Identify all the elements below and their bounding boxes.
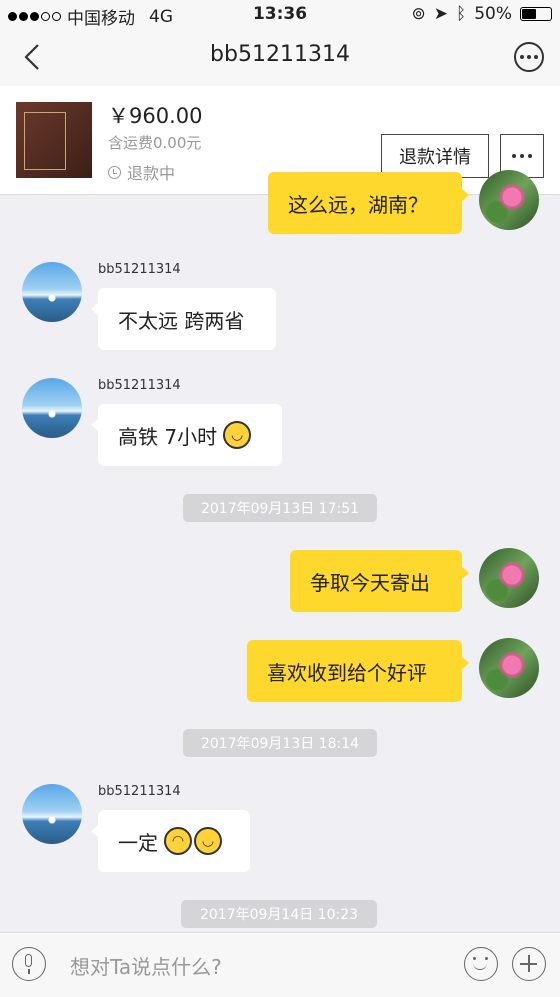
timestamp-label: 2017年09月13日 17:51 xyxy=(183,494,377,522)
contact-avatar[interactable] xyxy=(22,262,82,322)
refund-status: 退款中 xyxy=(108,160,175,184)
hugging-emoji-icon: ◠ xyxy=(164,827,192,855)
message-text: 这么远，湖南？ xyxy=(288,192,428,217)
message-bubble-outgoing[interactable]: 争取今天寄出 xyxy=(290,550,469,612)
timestamp-label: 2017年09月14日 10:23 xyxy=(181,900,377,928)
message-bubble-outgoing[interactable]: 喜欢收到给个好评 xyxy=(247,640,469,702)
message-bubble-incoming[interactable]: 高铁 7小时 ◡ xyxy=(91,404,282,466)
input-bar: 想对Ta说点什么? xyxy=(0,932,560,997)
grinning-emoji-icon: ◡ xyxy=(223,421,252,449)
message-bubble-outgoing[interactable]: 这么远，湖南？ xyxy=(268,172,469,234)
contact-avatar[interactable] xyxy=(22,378,82,438)
message-text: 争取今天寄出 xyxy=(310,570,430,595)
grinning-emoji-icon: ◡ xyxy=(194,827,222,855)
message-bubble-incoming[interactable]: 不太远 跨两省 xyxy=(91,288,276,350)
bluetooth-icon: ᛒ xyxy=(456,4,467,24)
microphone-icon[interactable] xyxy=(12,947,46,981)
my-avatar[interactable] xyxy=(479,638,539,698)
status-bar: 中国移动 4G 13:36 ⊚ ➤ ᛒ 50% xyxy=(0,0,560,30)
orientation-lock-icon: ⊚ xyxy=(411,4,426,24)
battery-percent: 50% xyxy=(474,4,512,24)
message-text: 一定 xyxy=(118,830,158,855)
message-bubble-incoming[interactable]: 一定 ◠ ◡ xyxy=(91,810,250,872)
message-input[interactable]: 想对Ta说点什么? xyxy=(70,951,222,980)
sender-name: bb51211314 xyxy=(98,784,181,799)
add-attachment-icon[interactable] xyxy=(512,947,546,981)
shipping-fee: 含运费0.00元 xyxy=(108,134,202,152)
order-price: ￥960.00 xyxy=(108,104,203,128)
clock-icon xyxy=(108,165,121,179)
location-icon: ➤ xyxy=(433,4,448,24)
contact-avatar[interactable] xyxy=(22,784,82,844)
more-options-icon[interactable] xyxy=(514,42,544,72)
sender-name: bb51211314 xyxy=(98,378,181,393)
my-avatar[interactable] xyxy=(479,170,539,230)
sender-name: bb51211314 xyxy=(98,262,181,277)
navigation-bar: bb51211314 xyxy=(0,30,560,86)
chat-title: bb51211314 xyxy=(210,42,350,67)
message-text: 喜欢收到给个好评 xyxy=(267,660,427,685)
timestamp-label: 2017年09月13日 18:14 xyxy=(183,729,377,757)
refund-status-label: 退款中 xyxy=(127,164,176,183)
emoji-icon[interactable] xyxy=(464,947,498,981)
product-thumbnail[interactable] xyxy=(16,102,92,178)
my-avatar[interactable] xyxy=(479,548,539,608)
battery-icon xyxy=(520,7,552,21)
message-text: 高铁 7小时 xyxy=(118,424,218,449)
message-text: 不太远 跨两省 xyxy=(118,308,245,333)
